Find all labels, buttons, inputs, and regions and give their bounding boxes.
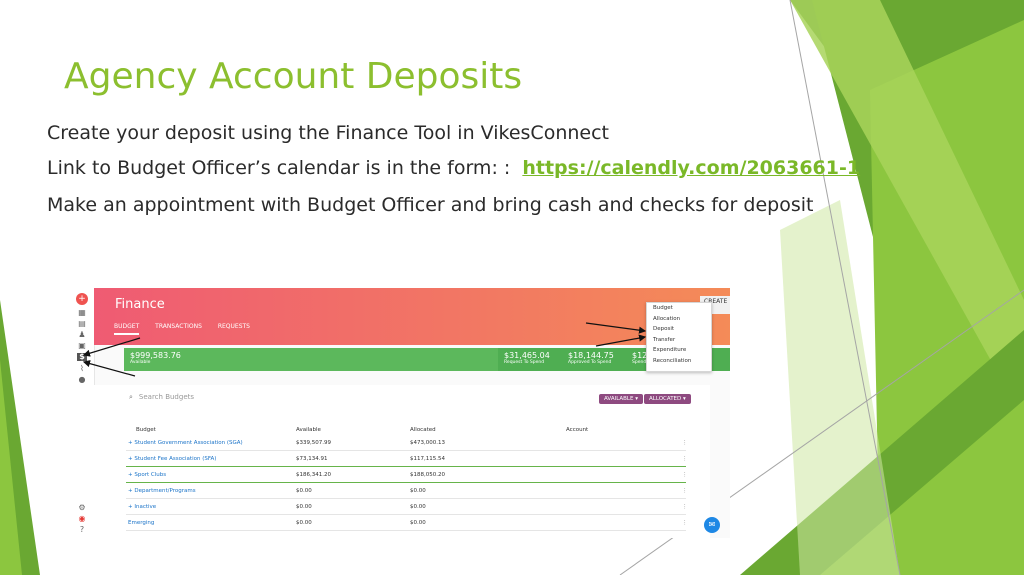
annotation-arrows: [82, 322, 647, 377]
